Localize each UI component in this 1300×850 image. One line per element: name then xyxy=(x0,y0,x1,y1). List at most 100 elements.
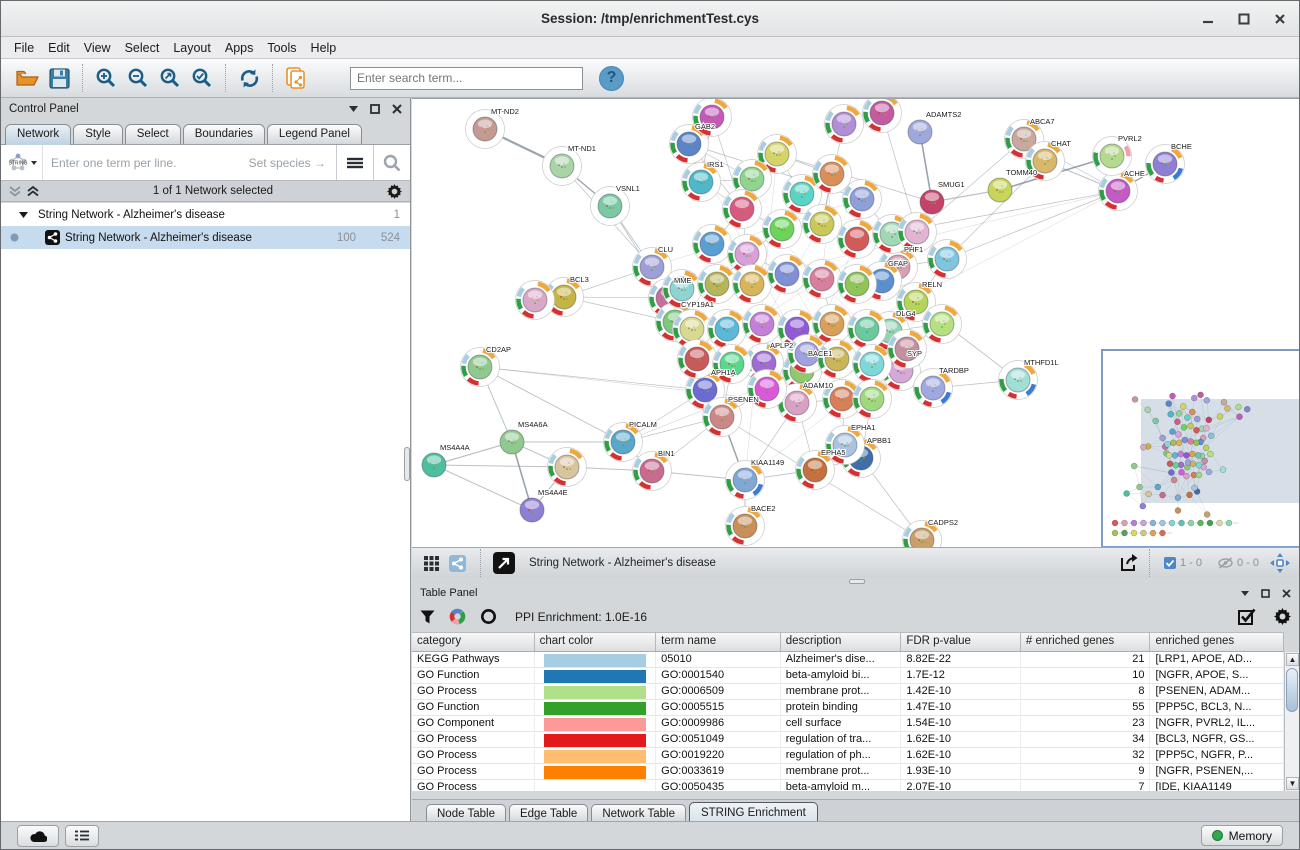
column-header-enriched-genes[interactable]: enriched genes xyxy=(1150,633,1284,651)
birdseye-toggle-button[interactable] xyxy=(1267,550,1293,576)
remove-charts-button[interactable] xyxy=(480,608,497,625)
zoom-out-button[interactable] xyxy=(122,62,154,94)
menu-help[interactable]: Help xyxy=(304,39,344,57)
menu-view[interactable]: View xyxy=(77,39,118,57)
string-logo-icon[interactable]: STRING xyxy=(1,145,43,180)
minimize-button[interactable] xyxy=(1201,12,1215,26)
cell-term-name: GO:0051049 xyxy=(656,732,781,747)
network-tree-row[interactable]: String Network - Alzheimer's disease1005… xyxy=(1,226,410,249)
draw-charts-button[interactable] xyxy=(449,608,466,625)
enrichment-row[interactable]: KEGG Pathways05010Alzheimer's dise...8.8… xyxy=(412,652,1284,668)
import-network-button[interactable] xyxy=(280,62,312,94)
scroll-thumb[interactable] xyxy=(1286,668,1298,712)
network-node[interactable] xyxy=(859,99,904,136)
help-button[interactable]: ? xyxy=(599,66,624,91)
table-panel-menu-icon[interactable] xyxy=(1241,591,1249,596)
grid-view-button[interactable] xyxy=(418,550,444,576)
column-header-chart-color[interactable]: chart color xyxy=(535,633,657,651)
tab-boundaries[interactable]: Boundaries xyxy=(183,124,265,144)
column-header-category[interactable]: category xyxy=(412,633,535,651)
network-node-smug1[interactable] xyxy=(920,190,944,214)
cell-description: beta-amyloid bi... xyxy=(781,668,902,683)
search-input[interactable] xyxy=(350,67,583,90)
table-panel-float-icon[interactable] xyxy=(1261,589,1270,598)
scroll-up-arrow[interactable]: ▲ xyxy=(1286,653,1299,666)
tab-network[interactable]: Network xyxy=(5,124,71,145)
birds-eye-view[interactable] xyxy=(1101,349,1300,548)
filter-button[interactable] xyxy=(420,610,435,624)
select-columns-button[interactable] xyxy=(1238,608,1256,625)
column-header-description[interactable]: description xyxy=(781,633,902,651)
network-node-tomm40[interactable] xyxy=(988,178,1012,202)
table-panel-close-icon[interactable] xyxy=(1282,589,1291,598)
network-node-ms4a6a[interactable] xyxy=(500,430,524,454)
panel-divider[interactable] xyxy=(412,578,1299,585)
network-node[interactable] xyxy=(544,444,589,489)
network-node[interactable] xyxy=(821,101,866,146)
string-search-button[interactable] xyxy=(373,145,410,180)
maximize-button[interactable] xyxy=(1237,12,1251,26)
network-node-ms4a4e[interactable] xyxy=(520,498,544,522)
column-header-enriched-genes[interactable]: # enriched genes xyxy=(1021,633,1151,651)
chart-color-cell xyxy=(535,732,657,747)
panel-close-icon[interactable] xyxy=(392,104,402,114)
tab-style[interactable]: Style xyxy=(73,124,123,144)
column-header-fdr-p-value[interactable]: FDR p-value xyxy=(901,633,1021,651)
menu-apps[interactable]: Apps xyxy=(218,39,261,57)
menu-layout[interactable]: Layout xyxy=(166,39,218,57)
enrichment-row[interactable]: GO FunctionGO:0001540beta-amyloid bi...1… xyxy=(412,668,1284,684)
svg-text:SMUG1: SMUG1 xyxy=(938,180,965,189)
window-title: Session: /tmp/enrichmentTest.cys xyxy=(541,11,759,26)
column-header-term-name[interactable]: term name xyxy=(656,633,781,651)
menu-file[interactable]: File xyxy=(7,39,41,57)
detach-view-button[interactable] xyxy=(491,550,517,576)
network-options-gear-icon[interactable] xyxy=(387,184,402,199)
panel-float-icon[interactable] xyxy=(370,104,380,114)
enrichment-row[interactable]: GO FunctionGO:0005515protein binding1.47… xyxy=(412,700,1284,716)
network-node[interactable] xyxy=(689,221,734,266)
tab-select[interactable]: Select xyxy=(125,124,181,144)
tab-string-enrichment[interactable]: STRING Enrichment xyxy=(689,802,818,823)
export-network-button[interactable] xyxy=(1115,550,1143,576)
cell-term-name: 05010 xyxy=(656,652,781,667)
collapse-all-icon[interactable] xyxy=(9,186,21,197)
cloud-button[interactable] xyxy=(17,825,59,847)
network-tree-row[interactable]: String Network - Alzheimer's disease1 xyxy=(1,203,410,226)
color-swatch xyxy=(544,702,647,715)
zoom-selected-button[interactable] xyxy=(186,62,218,94)
network-canvas[interactable]: MT-ND2MT-ND1VSNL1GAB2IRS1ABCA7CHATBCHEAC… xyxy=(412,98,1300,547)
task-history-button[interactable] xyxy=(65,825,99,847)
panel-resize-grip[interactable] xyxy=(404,447,410,481)
enrichment-row[interactable]: GO ProcessGO:0006509membrane prot...1.42… xyxy=(412,684,1284,700)
close-button[interactable] xyxy=(1273,12,1287,26)
zoom-in-button[interactable] xyxy=(90,62,122,94)
refresh-button[interactable] xyxy=(233,62,265,94)
menu-tools[interactable]: Tools xyxy=(260,39,303,57)
memory-button[interactable]: Memory xyxy=(1201,825,1283,846)
panel-menu-icon[interactable] xyxy=(349,106,358,112)
string-query-input[interactable]: Enter one term per line. xyxy=(43,156,249,170)
table-scrollbar[interactable]: ▲ ▼ xyxy=(1284,652,1299,791)
enrichment-row[interactable]: GO ProcessGO:0050435beta-amyloid m...2.0… xyxy=(412,780,1284,791)
enrichment-row[interactable]: GO ProcessGO:0019220regulation of ph...1… xyxy=(412,748,1284,764)
string-options-button[interactable] xyxy=(336,145,373,180)
eye-slash-icon xyxy=(1218,557,1233,569)
view-mode-button[interactable] xyxy=(444,550,470,576)
network-node-ms4a4a[interactable] xyxy=(422,453,446,477)
menu-select[interactable]: Select xyxy=(118,39,167,57)
expand-all-icon[interactable] xyxy=(27,186,39,197)
table-settings-gear-icon[interactable] xyxy=(1274,608,1291,625)
species-selector[interactable]: Set species → xyxy=(249,156,336,170)
menubar: FileEditViewSelectLayoutAppsToolsHelp xyxy=(1,37,1299,59)
scroll-down-arrow[interactable]: ▼ xyxy=(1286,777,1299,790)
network-node-adamts2[interactable] xyxy=(908,120,932,144)
save-session-button[interactable] xyxy=(43,62,75,94)
menu-edit[interactable]: Edit xyxy=(41,39,77,57)
zoom-fit-button[interactable] xyxy=(154,62,186,94)
enrichment-row[interactable]: GO ProcessGO:0033619membrane prot...1.93… xyxy=(412,764,1284,780)
enrichment-row[interactable]: GO ProcessGO:0051049regulation of tra...… xyxy=(412,732,1284,748)
enrichment-row[interactable]: GO ComponentGO:0009986cell surface1.54E-… xyxy=(412,716,1284,732)
tree-expand-caret[interactable] xyxy=(19,211,28,218)
open-session-button[interactable] xyxy=(11,62,43,94)
tab-legend-panel[interactable]: Legend Panel xyxy=(267,124,362,144)
